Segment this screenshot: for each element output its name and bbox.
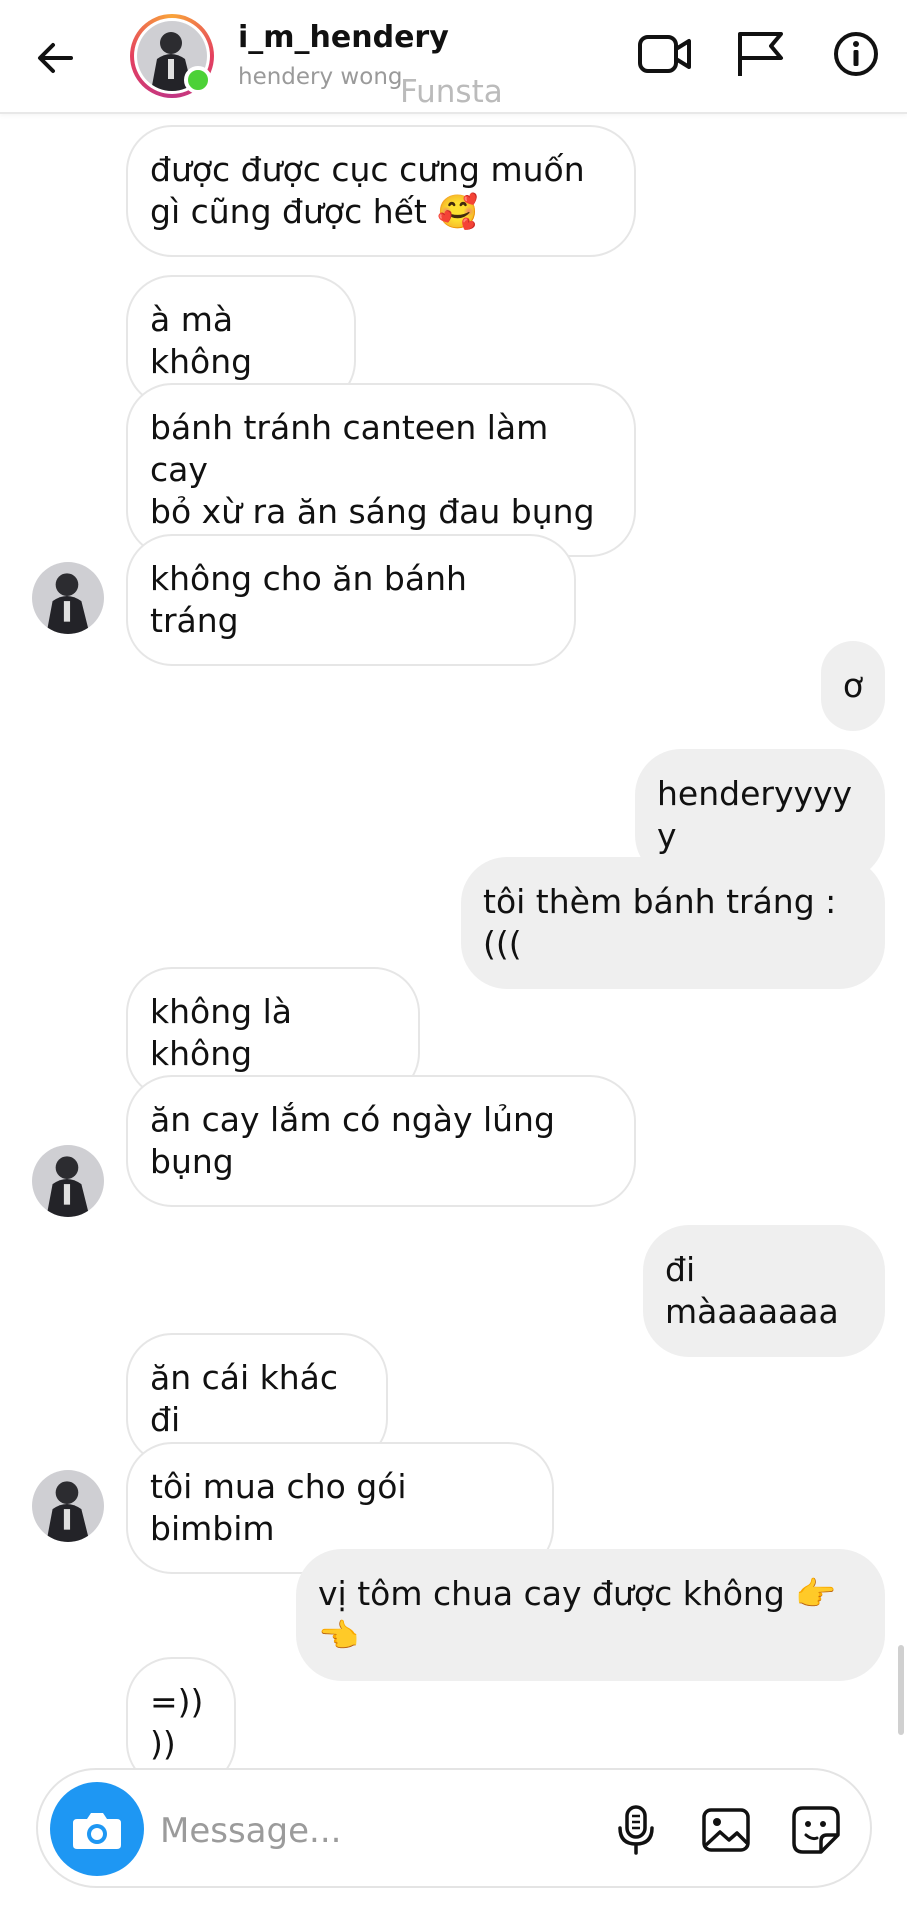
info-icon <box>834 32 878 76</box>
back-arrow-icon <box>38 43 73 73</box>
camera-icon <box>73 1813 121 1849</box>
sender-avatar[interactable] <box>32 562 104 634</box>
chat-header: i_m_hendery hendery wong Funsta <box>0 0 907 114</box>
chat-username[interactable]: i_m_hendery <box>238 20 449 55</box>
message-composer <box>36 1768 872 1888</box>
message-bubble-incoming[interactable]: bánh tránh canteen làm cay bỏ xừ ra ăn s… <box>126 383 636 557</box>
sender-avatar[interactable] <box>32 1470 104 1542</box>
flag-icon <box>738 32 783 76</box>
sender-avatar[interactable] <box>32 1145 104 1217</box>
camera-button[interactable] <box>50 1782 144 1876</box>
back-button[interactable] <box>30 33 80 83</box>
header-avatar[interactable] <box>130 14 214 98</box>
sticker-icon <box>792 1806 840 1854</box>
chat-full-name: hendery wong <box>238 64 403 90</box>
video-call-icon <box>638 35 691 73</box>
message-bubble-outgoing[interactable]: đi màaaaaaa <box>643 1225 885 1357</box>
message-bubble-outgoing[interactable]: vị tôm chua cay được không 👉👈 <box>296 1549 885 1681</box>
online-status-dot <box>184 66 212 94</box>
sticker-button[interactable] <box>786 1800 846 1860</box>
message-bubble-incoming[interactable]: không cho ăn bánh tráng <box>126 534 576 666</box>
watermark-text: Funsta <box>400 74 503 110</box>
scrollbar[interactable] <box>898 1645 904 1735</box>
message-bubble-incoming[interactable]: được được cục cưng muốn gì cũng được hết… <box>126 125 636 257</box>
message-input[interactable] <box>158 1800 502 1862</box>
microphone-icon <box>618 1805 654 1855</box>
report-button[interactable] <box>730 24 790 84</box>
voice-message-button[interactable] <box>606 1800 666 1860</box>
gallery-icon <box>702 1808 750 1852</box>
message-bubble-incoming[interactable]: ăn cay lắm có ngày lủng bụng <box>126 1075 636 1207</box>
video-call-button[interactable] <box>635 24 695 84</box>
gallery-button[interactable] <box>696 1800 756 1860</box>
message-bubble-outgoing[interactable]: ơ <box>821 641 885 731</box>
info-button[interactable] <box>826 24 886 84</box>
message-bubble-outgoing[interactable]: tôi thèm bánh tráng :((( <box>461 857 885 989</box>
